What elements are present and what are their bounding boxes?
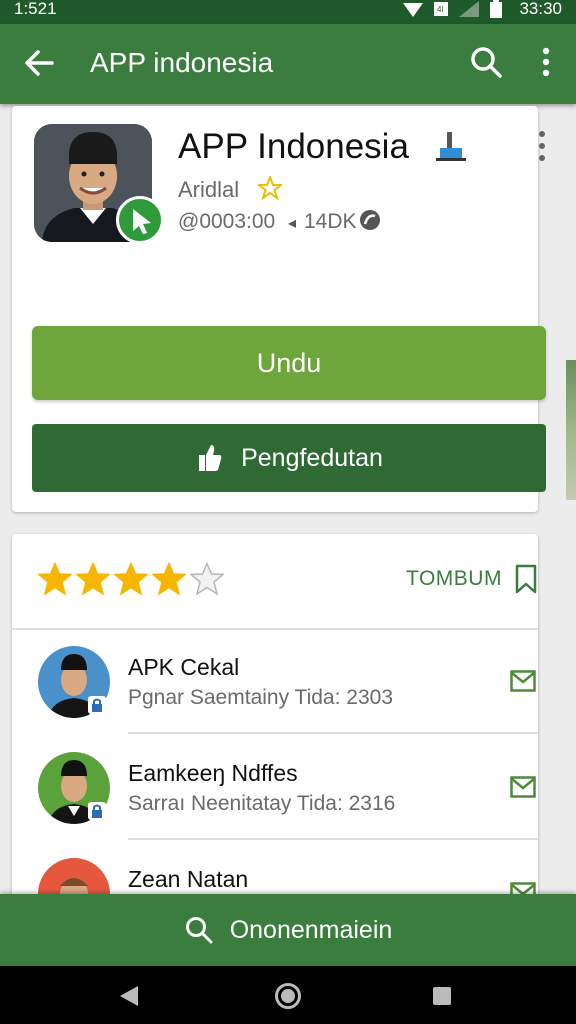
- wifi-icon: [403, 3, 424, 17]
- star-empty-icon[interactable]: [190, 562, 224, 596]
- search-icon: [185, 917, 213, 944]
- nav-back-icon[interactable]: [118, 984, 140, 1008]
- thumbs-up-icon: [199, 445, 222, 471]
- rating-action-label[interactable]: TOMBUM: [406, 564, 502, 594]
- sim-icon: 4l: [434, 2, 449, 16]
- status-bar: 1:521 4l 33:30: [0, 0, 576, 24]
- review-subtitle: Sarraı Neenitatay Tida: 2316: [128, 792, 396, 815]
- developer-name[interactable]: Aridlal: [178, 176, 239, 204]
- lock-badge-icon: [88, 696, 106, 714]
- back-arrow-icon[interactable]: [22, 46, 56, 80]
- lock-badge-icon: [88, 802, 106, 820]
- mail-icon[interactable]: [510, 776, 536, 798]
- battery-icon: [490, 0, 503, 18]
- reviews-card: TOMBUM APK Cekal Pgnar Saemtainy Tida: 2…: [12, 534, 538, 914]
- sim-label: 4l: [437, 5, 443, 14]
- download-arrow-icon: ◂: [288, 215, 297, 232]
- bottom-search-label: Ononenmaiein: [229, 915, 393, 944]
- star-filled-icon[interactable]: [38, 562, 72, 596]
- cursor-icon: [133, 209, 151, 234]
- app-name: APP Indonesia: [178, 127, 409, 166]
- system-nav-bar: [0, 966, 576, 1024]
- review-subtitle: Pgnar Saemtainy Tida: 2303: [128, 686, 394, 709]
- app-meta-size: @0003:00: [178, 210, 276, 233]
- background-image-edge: [566, 360, 576, 500]
- status-icons: 4l 33:30: [403, 0, 562, 18]
- mail-icon[interactable]: [510, 670, 536, 692]
- secondary-action-button[interactable]: Pengfedutan: [32, 424, 546, 492]
- divider: [12, 628, 538, 630]
- nav-home-icon[interactable]: [274, 982, 302, 1010]
- bookmark-icon[interactable]: [514, 564, 538, 594]
- app-bar: APP indonesia: [0, 24, 576, 104]
- bottom-search-bar[interactable]: Ononenmaiein: [0, 894, 576, 966]
- status-clock: 33:30: [519, 0, 562, 18]
- nav-recent-icon[interactable]: [432, 986, 452, 1006]
- app-details-card: APP Indonesia Aridlal @0003:00 ◂ 14DK Un…: [12, 106, 546, 512]
- search-icon[interactable]: [468, 44, 504, 80]
- star-outline-icon: [258, 176, 282, 200]
- app-bar-title: APP indonesia: [90, 47, 274, 78]
- install-hand-icon: [436, 132, 466, 161]
- reviewer-name: APK Cekal: [128, 654, 240, 680]
- star-filled-icon[interactable]: [76, 562, 110, 596]
- share-icon: [360, 210, 380, 230]
- review-item[interactable]: APK Cekal Pgnar Saemtainy Tida: 2303: [12, 634, 538, 740]
- divider: [128, 838, 538, 840]
- more-vert-icon[interactable]: [530, 44, 562, 80]
- install-button[interactable]: Undu: [32, 326, 546, 400]
- card-more-icon[interactable]: [534, 128, 550, 168]
- verified-badge: [116, 196, 164, 244]
- download-count: 14DK: [304, 210, 357, 233]
- status-time: 1:521: [14, 0, 57, 18]
- rating-stars[interactable]: [38, 562, 224, 596]
- star-filled-icon[interactable]: [152, 562, 186, 596]
- reviewer-name: Zean Natan: [128, 866, 249, 892]
- review-item[interactable]: Eamkeeŋ Ndffes Sarraı Neenitatay Tida: 2…: [12, 740, 538, 846]
- star-filled-icon[interactable]: [114, 562, 148, 596]
- signal-icon: [459, 1, 480, 17]
- secondary-action-label: Pengfedutan: [241, 443, 383, 472]
- reviewer-name: Eamkeeŋ Ndffes: [128, 760, 298, 786]
- divider: [128, 732, 538, 734]
